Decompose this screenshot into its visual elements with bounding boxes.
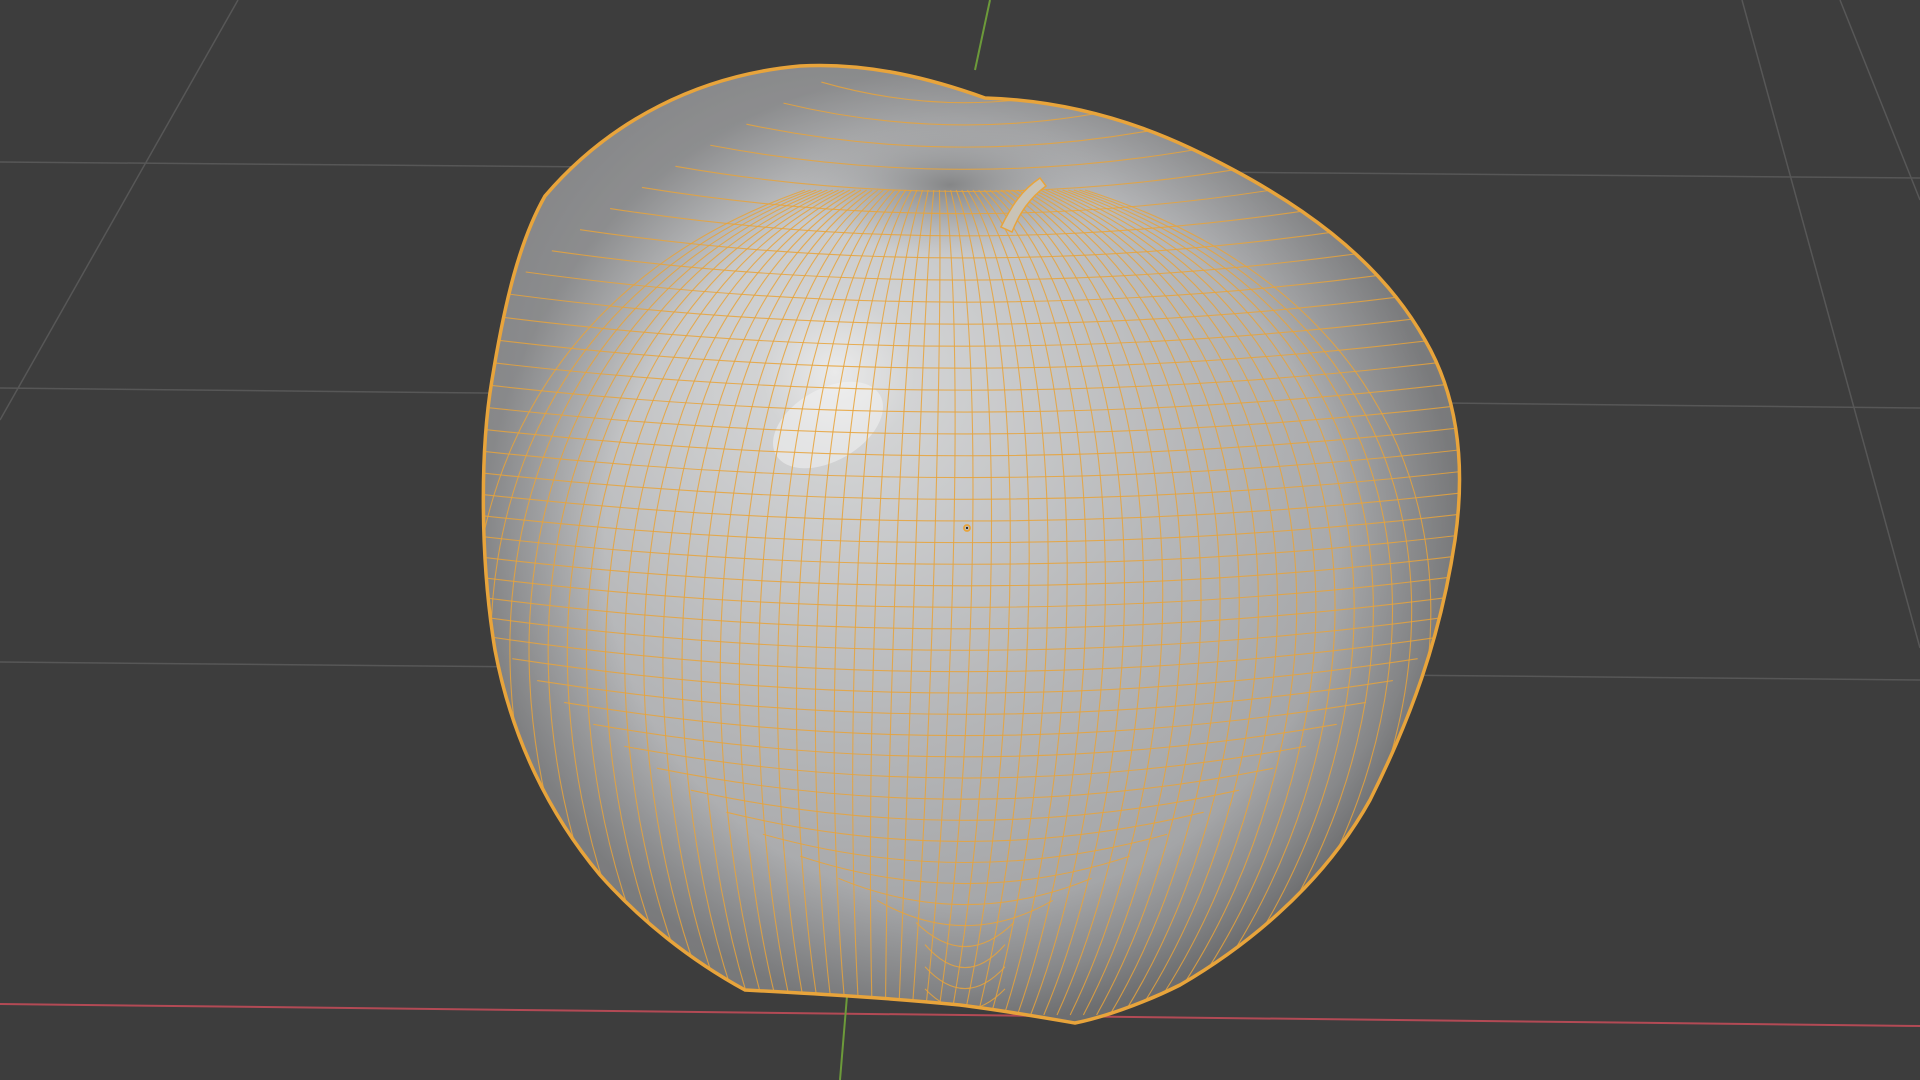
viewport-canvas[interactable] bbox=[0, 0, 1920, 1080]
y-axis-line bbox=[974, 0, 991, 71]
y-axis-line-lower bbox=[839, 995, 848, 1080]
x-axis-line bbox=[0, 1003, 1920, 1027]
3d-viewport[interactable] bbox=[0, 0, 1920, 1080]
apple-mesh[interactable] bbox=[405, 63, 1525, 1025]
